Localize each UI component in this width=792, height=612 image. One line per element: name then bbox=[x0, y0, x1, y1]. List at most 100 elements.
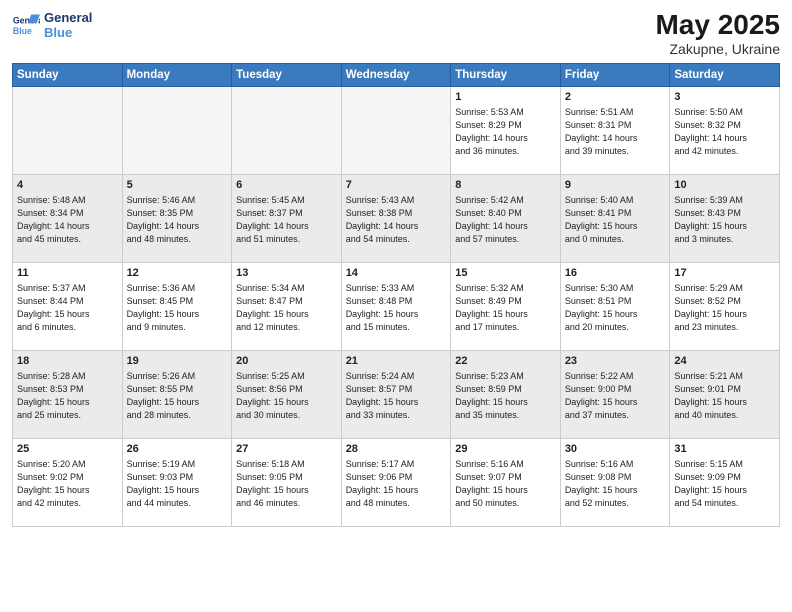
table-row: 24Sunrise: 5:21 AM Sunset: 9:01 PM Dayli… bbox=[670, 350, 780, 438]
day-number: 18 bbox=[17, 354, 118, 369]
table-row: 9Sunrise: 5:40 AM Sunset: 8:41 PM Daylig… bbox=[560, 174, 670, 262]
day-info: Sunrise: 5:24 AM Sunset: 8:57 PM Dayligh… bbox=[346, 370, 447, 422]
col-tuesday: Tuesday bbox=[232, 63, 342, 86]
day-info: Sunrise: 5:20 AM Sunset: 9:02 PM Dayligh… bbox=[17, 458, 118, 510]
table-row: 6Sunrise: 5:45 AM Sunset: 8:37 PM Daylig… bbox=[232, 174, 342, 262]
table-row: 3Sunrise: 5:50 AM Sunset: 8:32 PM Daylig… bbox=[670, 86, 780, 174]
day-info: Sunrise: 5:37 AM Sunset: 8:44 PM Dayligh… bbox=[17, 282, 118, 334]
day-number: 6 bbox=[236, 178, 337, 193]
logo: General Blue General Blue bbox=[12, 10, 92, 40]
day-number: 9 bbox=[565, 178, 666, 193]
day-number: 2 bbox=[565, 90, 666, 105]
table-row: 10Sunrise: 5:39 AM Sunset: 8:43 PM Dayli… bbox=[670, 174, 780, 262]
table-row: 18Sunrise: 5:28 AM Sunset: 8:53 PM Dayli… bbox=[13, 350, 123, 438]
table-row bbox=[13, 86, 123, 174]
table-row bbox=[232, 86, 342, 174]
table-row: 20Sunrise: 5:25 AM Sunset: 8:56 PM Dayli… bbox=[232, 350, 342, 438]
day-number: 27 bbox=[236, 442, 337, 457]
day-info: Sunrise: 5:48 AM Sunset: 8:34 PM Dayligh… bbox=[17, 194, 118, 246]
table-row bbox=[341, 86, 451, 174]
day-info: Sunrise: 5:15 AM Sunset: 9:09 PM Dayligh… bbox=[674, 458, 775, 510]
day-number: 31 bbox=[674, 442, 775, 457]
day-number: 13 bbox=[236, 266, 337, 281]
table-row: 12Sunrise: 5:36 AM Sunset: 8:45 PM Dayli… bbox=[122, 262, 232, 350]
day-info: Sunrise: 5:32 AM Sunset: 8:49 PM Dayligh… bbox=[455, 282, 556, 334]
day-number: 3 bbox=[674, 90, 775, 105]
table-row bbox=[122, 86, 232, 174]
day-info: Sunrise: 5:51 AM Sunset: 8:31 PM Dayligh… bbox=[565, 106, 666, 158]
table-row: 27Sunrise: 5:18 AM Sunset: 9:05 PM Dayli… bbox=[232, 438, 342, 526]
table-row: 4Sunrise: 5:48 AM Sunset: 8:34 PM Daylig… bbox=[13, 174, 123, 262]
day-info: Sunrise: 5:29 AM Sunset: 8:52 PM Dayligh… bbox=[674, 282, 775, 334]
calendar-header-row: Sunday Monday Tuesday Wednesday Thursday… bbox=[13, 63, 780, 86]
col-friday: Friday bbox=[560, 63, 670, 86]
day-info: Sunrise: 5:25 AM Sunset: 8:56 PM Dayligh… bbox=[236, 370, 337, 422]
day-info: Sunrise: 5:21 AM Sunset: 9:01 PM Dayligh… bbox=[674, 370, 775, 422]
location-title: Zakupne, Ukraine bbox=[655, 41, 780, 57]
table-row: 28Sunrise: 5:17 AM Sunset: 9:06 PM Dayli… bbox=[341, 438, 451, 526]
day-info: Sunrise: 5:46 AM Sunset: 8:35 PM Dayligh… bbox=[127, 194, 228, 246]
table-row: 30Sunrise: 5:16 AM Sunset: 9:08 PM Dayli… bbox=[560, 438, 670, 526]
day-number: 30 bbox=[565, 442, 666, 457]
day-info: Sunrise: 5:26 AM Sunset: 8:55 PM Dayligh… bbox=[127, 370, 228, 422]
table-row: 5Sunrise: 5:46 AM Sunset: 8:35 PM Daylig… bbox=[122, 174, 232, 262]
day-number: 16 bbox=[565, 266, 666, 281]
day-info: Sunrise: 5:17 AM Sunset: 9:06 PM Dayligh… bbox=[346, 458, 447, 510]
col-sunday: Sunday bbox=[13, 63, 123, 86]
day-info: Sunrise: 5:18 AM Sunset: 9:05 PM Dayligh… bbox=[236, 458, 337, 510]
calendar-week-row: 18Sunrise: 5:28 AM Sunset: 8:53 PM Dayli… bbox=[13, 350, 780, 438]
calendar-week-row: 1Sunrise: 5:53 AM Sunset: 8:29 PM Daylig… bbox=[13, 86, 780, 174]
day-number: 17 bbox=[674, 266, 775, 281]
day-number: 29 bbox=[455, 442, 556, 457]
day-info: Sunrise: 5:19 AM Sunset: 9:03 PM Dayligh… bbox=[127, 458, 228, 510]
table-row: 31Sunrise: 5:15 AM Sunset: 9:09 PM Dayli… bbox=[670, 438, 780, 526]
day-info: Sunrise: 5:33 AM Sunset: 8:48 PM Dayligh… bbox=[346, 282, 447, 334]
table-row: 25Sunrise: 5:20 AM Sunset: 9:02 PM Dayli… bbox=[13, 438, 123, 526]
col-wednesday: Wednesday bbox=[341, 63, 451, 86]
col-saturday: Saturday bbox=[670, 63, 780, 86]
day-info: Sunrise: 5:53 AM Sunset: 8:29 PM Dayligh… bbox=[455, 106, 556, 158]
day-number: 19 bbox=[127, 354, 228, 369]
day-info: Sunrise: 5:23 AM Sunset: 8:59 PM Dayligh… bbox=[455, 370, 556, 422]
svg-text:Blue: Blue bbox=[13, 26, 32, 36]
day-number: 24 bbox=[674, 354, 775, 369]
logo-blue: Blue bbox=[44, 25, 92, 40]
day-info: Sunrise: 5:30 AM Sunset: 8:51 PM Dayligh… bbox=[565, 282, 666, 334]
title-block: May 2025 Zakupne, Ukraine bbox=[655, 10, 780, 57]
logo-icon: General Blue bbox=[12, 11, 40, 39]
day-info: Sunrise: 5:22 AM Sunset: 9:00 PM Dayligh… bbox=[565, 370, 666, 422]
month-title: May 2025 bbox=[655, 10, 780, 41]
day-number: 14 bbox=[346, 266, 447, 281]
day-number: 21 bbox=[346, 354, 447, 369]
day-number: 11 bbox=[17, 266, 118, 281]
day-info: Sunrise: 5:45 AM Sunset: 8:37 PM Dayligh… bbox=[236, 194, 337, 246]
day-info: Sunrise: 5:36 AM Sunset: 8:45 PM Dayligh… bbox=[127, 282, 228, 334]
calendar-week-row: 4Sunrise: 5:48 AM Sunset: 8:34 PM Daylig… bbox=[13, 174, 780, 262]
table-row: 26Sunrise: 5:19 AM Sunset: 9:03 PM Dayli… bbox=[122, 438, 232, 526]
day-number: 25 bbox=[17, 442, 118, 457]
day-number: 22 bbox=[455, 354, 556, 369]
logo-general: General bbox=[44, 10, 92, 25]
day-info: Sunrise: 5:43 AM Sunset: 8:38 PM Dayligh… bbox=[346, 194, 447, 246]
table-row: 19Sunrise: 5:26 AM Sunset: 8:55 PM Dayli… bbox=[122, 350, 232, 438]
day-number: 4 bbox=[17, 178, 118, 193]
table-row: 2Sunrise: 5:51 AM Sunset: 8:31 PM Daylig… bbox=[560, 86, 670, 174]
table-row: 15Sunrise: 5:32 AM Sunset: 8:49 PM Dayli… bbox=[451, 262, 561, 350]
day-info: Sunrise: 5:40 AM Sunset: 8:41 PM Dayligh… bbox=[565, 194, 666, 246]
col-monday: Monday bbox=[122, 63, 232, 86]
page-container: General Blue General Blue May 2025 Zakup… bbox=[0, 0, 792, 612]
day-info: Sunrise: 5:34 AM Sunset: 8:47 PM Dayligh… bbox=[236, 282, 337, 334]
table-row: 13Sunrise: 5:34 AM Sunset: 8:47 PM Dayli… bbox=[232, 262, 342, 350]
table-row: 1Sunrise: 5:53 AM Sunset: 8:29 PM Daylig… bbox=[451, 86, 561, 174]
day-number: 28 bbox=[346, 442, 447, 457]
table-row: 11Sunrise: 5:37 AM Sunset: 8:44 PM Dayli… bbox=[13, 262, 123, 350]
day-number: 8 bbox=[455, 178, 556, 193]
day-info: Sunrise: 5:28 AM Sunset: 8:53 PM Dayligh… bbox=[17, 370, 118, 422]
table-row: 29Sunrise: 5:16 AM Sunset: 9:07 PM Dayli… bbox=[451, 438, 561, 526]
table-row: 23Sunrise: 5:22 AM Sunset: 9:00 PM Dayli… bbox=[560, 350, 670, 438]
day-number: 7 bbox=[346, 178, 447, 193]
day-number: 15 bbox=[455, 266, 556, 281]
calendar-table: Sunday Monday Tuesday Wednesday Thursday… bbox=[12, 63, 780, 527]
table-row: 7Sunrise: 5:43 AM Sunset: 8:38 PM Daylig… bbox=[341, 174, 451, 262]
table-row: 22Sunrise: 5:23 AM Sunset: 8:59 PM Dayli… bbox=[451, 350, 561, 438]
